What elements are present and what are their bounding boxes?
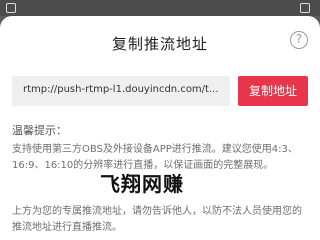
watermark-text: 飞翔网赚 xyxy=(100,172,184,196)
tips-paragraph-privacy: 上方为您的专属推流地址，请勿告诉他人，以防不法人员使用您的推流地址进行直播推流。 xyxy=(12,206,302,233)
help-icon[interactable]: ? xyxy=(290,31,308,49)
tips-heading: 温馨提示： xyxy=(12,124,67,137)
copy-stream-url-dialog: 复制推流地址 ? rtmp://push-rtmp-l1.douyincdn.c… xyxy=(0,16,320,240)
copy-address-button[interactable]: 复制地址 xyxy=(238,76,308,106)
status-icon-left xyxy=(6,3,16,13)
dialog-title: 复制推流地址 xyxy=(111,35,208,53)
stream-url-text: rtmp://push-rtmp-l1.douyincdn.com/t... xyxy=(23,84,219,95)
status-bar xyxy=(0,0,320,16)
stream-url-field[interactable]: rtmp://push-rtmp-l1.douyincdn.com/t... xyxy=(12,76,230,106)
status-icon-right xyxy=(300,3,310,13)
